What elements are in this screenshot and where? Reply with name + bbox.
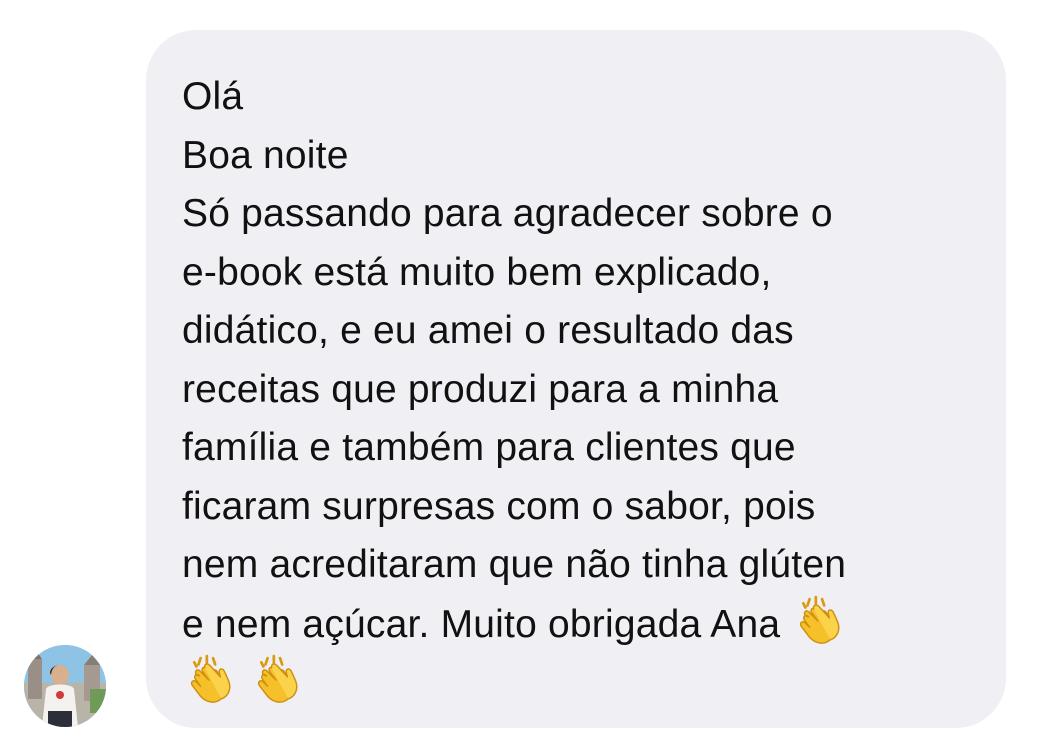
message-line: família e também para clientes que bbox=[182, 426, 796, 469]
avatar-photo bbox=[24, 645, 106, 727]
message-line: Boa noite bbox=[182, 133, 349, 177]
clapping-hands-icon bbox=[186, 654, 236, 704]
message-line: Só passando para agradecer sobre o bbox=[182, 192, 833, 235]
message-line: nem acreditaram que não tinha glúten bbox=[182, 543, 847, 586]
message-line: receitas que produzi para a minha bbox=[182, 367, 779, 411]
message-line: didático, e eu amei o resultado das bbox=[182, 309, 794, 352]
message-line: ficaram surpresas com o sabor, pois bbox=[182, 484, 816, 528]
avatar[interactable] bbox=[24, 645, 106, 727]
message-line-last: e nem açúcar. Muito obrigada Ana bbox=[182, 595, 966, 655]
message-line-text: e nem açúcar. Muito obrigada Ana bbox=[182, 602, 781, 646]
emoji-row bbox=[182, 654, 966, 714]
message-line: Olá bbox=[182, 75, 244, 118]
message-bubble[interactable]: Olá Boa noite Só passando para agradecer… bbox=[146, 30, 1006, 728]
message-line: e-book está muito bem explicado, bbox=[182, 250, 772, 294]
clapping-hands-icon bbox=[253, 654, 303, 704]
clapping-hands-icon bbox=[795, 595, 845, 645]
